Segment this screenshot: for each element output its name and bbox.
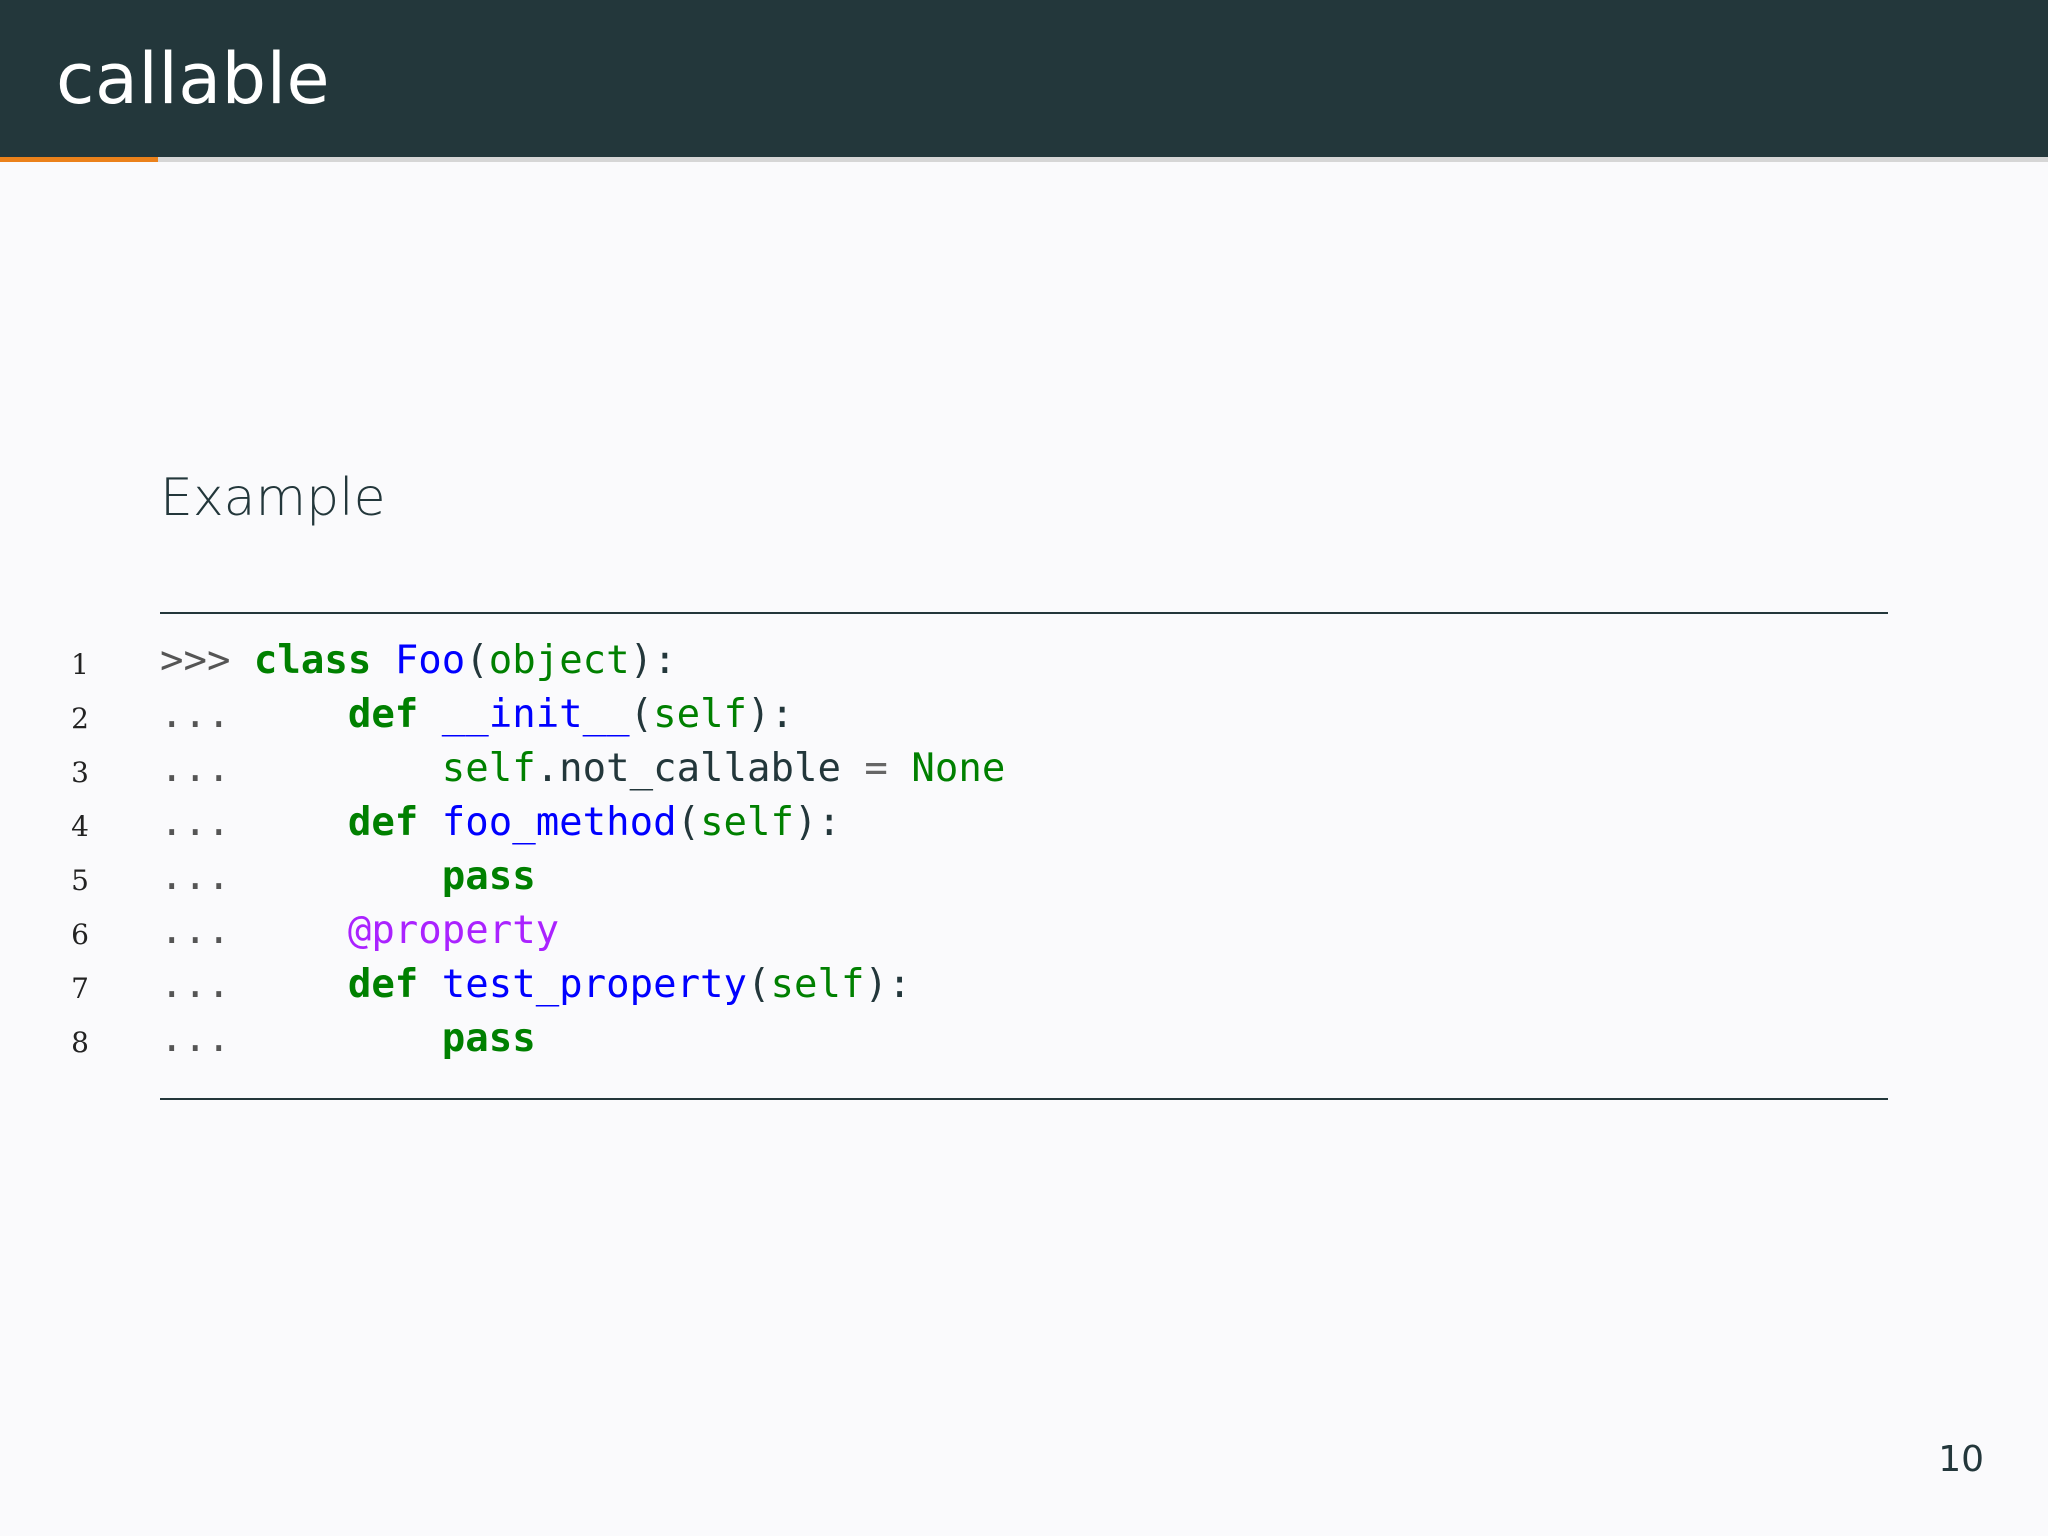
code-token: pass — [441, 854, 536, 899]
code-line: 6... @property — [0, 901, 2048, 955]
code-token: self — [653, 692, 748, 737]
code-token: Foo — [394, 638, 466, 683]
code-token: def — [347, 962, 419, 1007]
code-text: ... pass — [160, 853, 536, 901]
code-text: ... pass — [160, 1015, 536, 1063]
progress-bar — [0, 157, 2048, 162]
code-token: ( — [747, 962, 771, 1007]
code-token: ... — [160, 962, 348, 1007]
code-top-rule — [160, 612, 1888, 614]
code-token: = — [864, 746, 888, 791]
code-text: ... def test_property(self): — [160, 961, 911, 1009]
code-token: test_property — [441, 962, 748, 1007]
code-token: ): — [794, 800, 841, 845]
code-token: ( — [465, 638, 489, 683]
code-token: self — [700, 800, 794, 845]
code-token: self — [441, 746, 536, 791]
code-token: ): — [629, 638, 677, 683]
code-token: ... — [160, 746, 442, 791]
line-number: 3 — [71, 756, 89, 789]
code-line: 3... self.not_callable = None — [0, 739, 2048, 793]
code-token: ... — [160, 800, 348, 845]
code-token: class — [253, 638, 372, 683]
line-number: 6 — [71, 918, 89, 951]
slide-title: callable — [56, 38, 331, 120]
code-token: def — [347, 692, 419, 737]
code-line: 4... def foo_method(self): — [0, 793, 2048, 847]
code-token: ): — [864, 962, 912, 1007]
code-token: ... — [160, 692, 348, 737]
code-line: 2... def __init__(self): — [0, 685, 2048, 739]
code-line: 1 >>> class Foo(object): — [0, 631, 2048, 685]
code-token: self — [770, 962, 865, 1007]
code-token: def — [347, 800, 419, 845]
line-number: 7 — [71, 972, 89, 1005]
line-number: 2 — [71, 702, 89, 735]
code-token: __init__ — [441, 692, 630, 737]
code-token: foo_method — [441, 800, 677, 845]
code-token: .not_callable — [535, 746, 865, 791]
line-number: 1 — [71, 648, 89, 681]
code-line: 8... pass — [0, 1009, 2048, 1063]
code-bottom-rule — [160, 1098, 1888, 1100]
slide-header: callable — [0, 0, 2048, 157]
code-token: >>> — [160, 638, 254, 683]
section-heading: Example — [160, 468, 386, 528]
code-listing: 1 >>> class Foo(object): 2... def __init__… — [0, 631, 2048, 1063]
code-text: ... def foo_method(self): — [160, 799, 841, 847]
code-token: ( — [676, 800, 701, 845]
page-number: 10 — [1938, 1439, 1984, 1480]
code-token: ... — [160, 854, 442, 899]
code-text: >>> class Foo(object): — [160, 637, 677, 685]
code-token: None — [911, 746, 1006, 791]
progress-bar-fill — [0, 157, 158, 162]
code-token: ( — [629, 692, 654, 737]
line-number: 8 — [71, 1026, 89, 1059]
code-line: 5... pass — [0, 847, 2048, 901]
code-token: object — [488, 638, 630, 683]
code-token: ... — [160, 908, 348, 953]
code-token: @property — [347, 908, 560, 953]
line-number: 5 — [71, 864, 89, 897]
code-token: ... — [160, 1016, 442, 1061]
code-token: pass — [441, 1016, 536, 1061]
code-text: ... def __init__(self): — [160, 691, 794, 739]
code-text: ... @property — [160, 907, 559, 955]
code-text: ... self.not_callable = None — [160, 745, 1005, 793]
code-token: ): — [747, 692, 794, 737]
code-line: 7... def test_property(self): — [0, 955, 2048, 1009]
line-number: 4 — [71, 810, 89, 843]
